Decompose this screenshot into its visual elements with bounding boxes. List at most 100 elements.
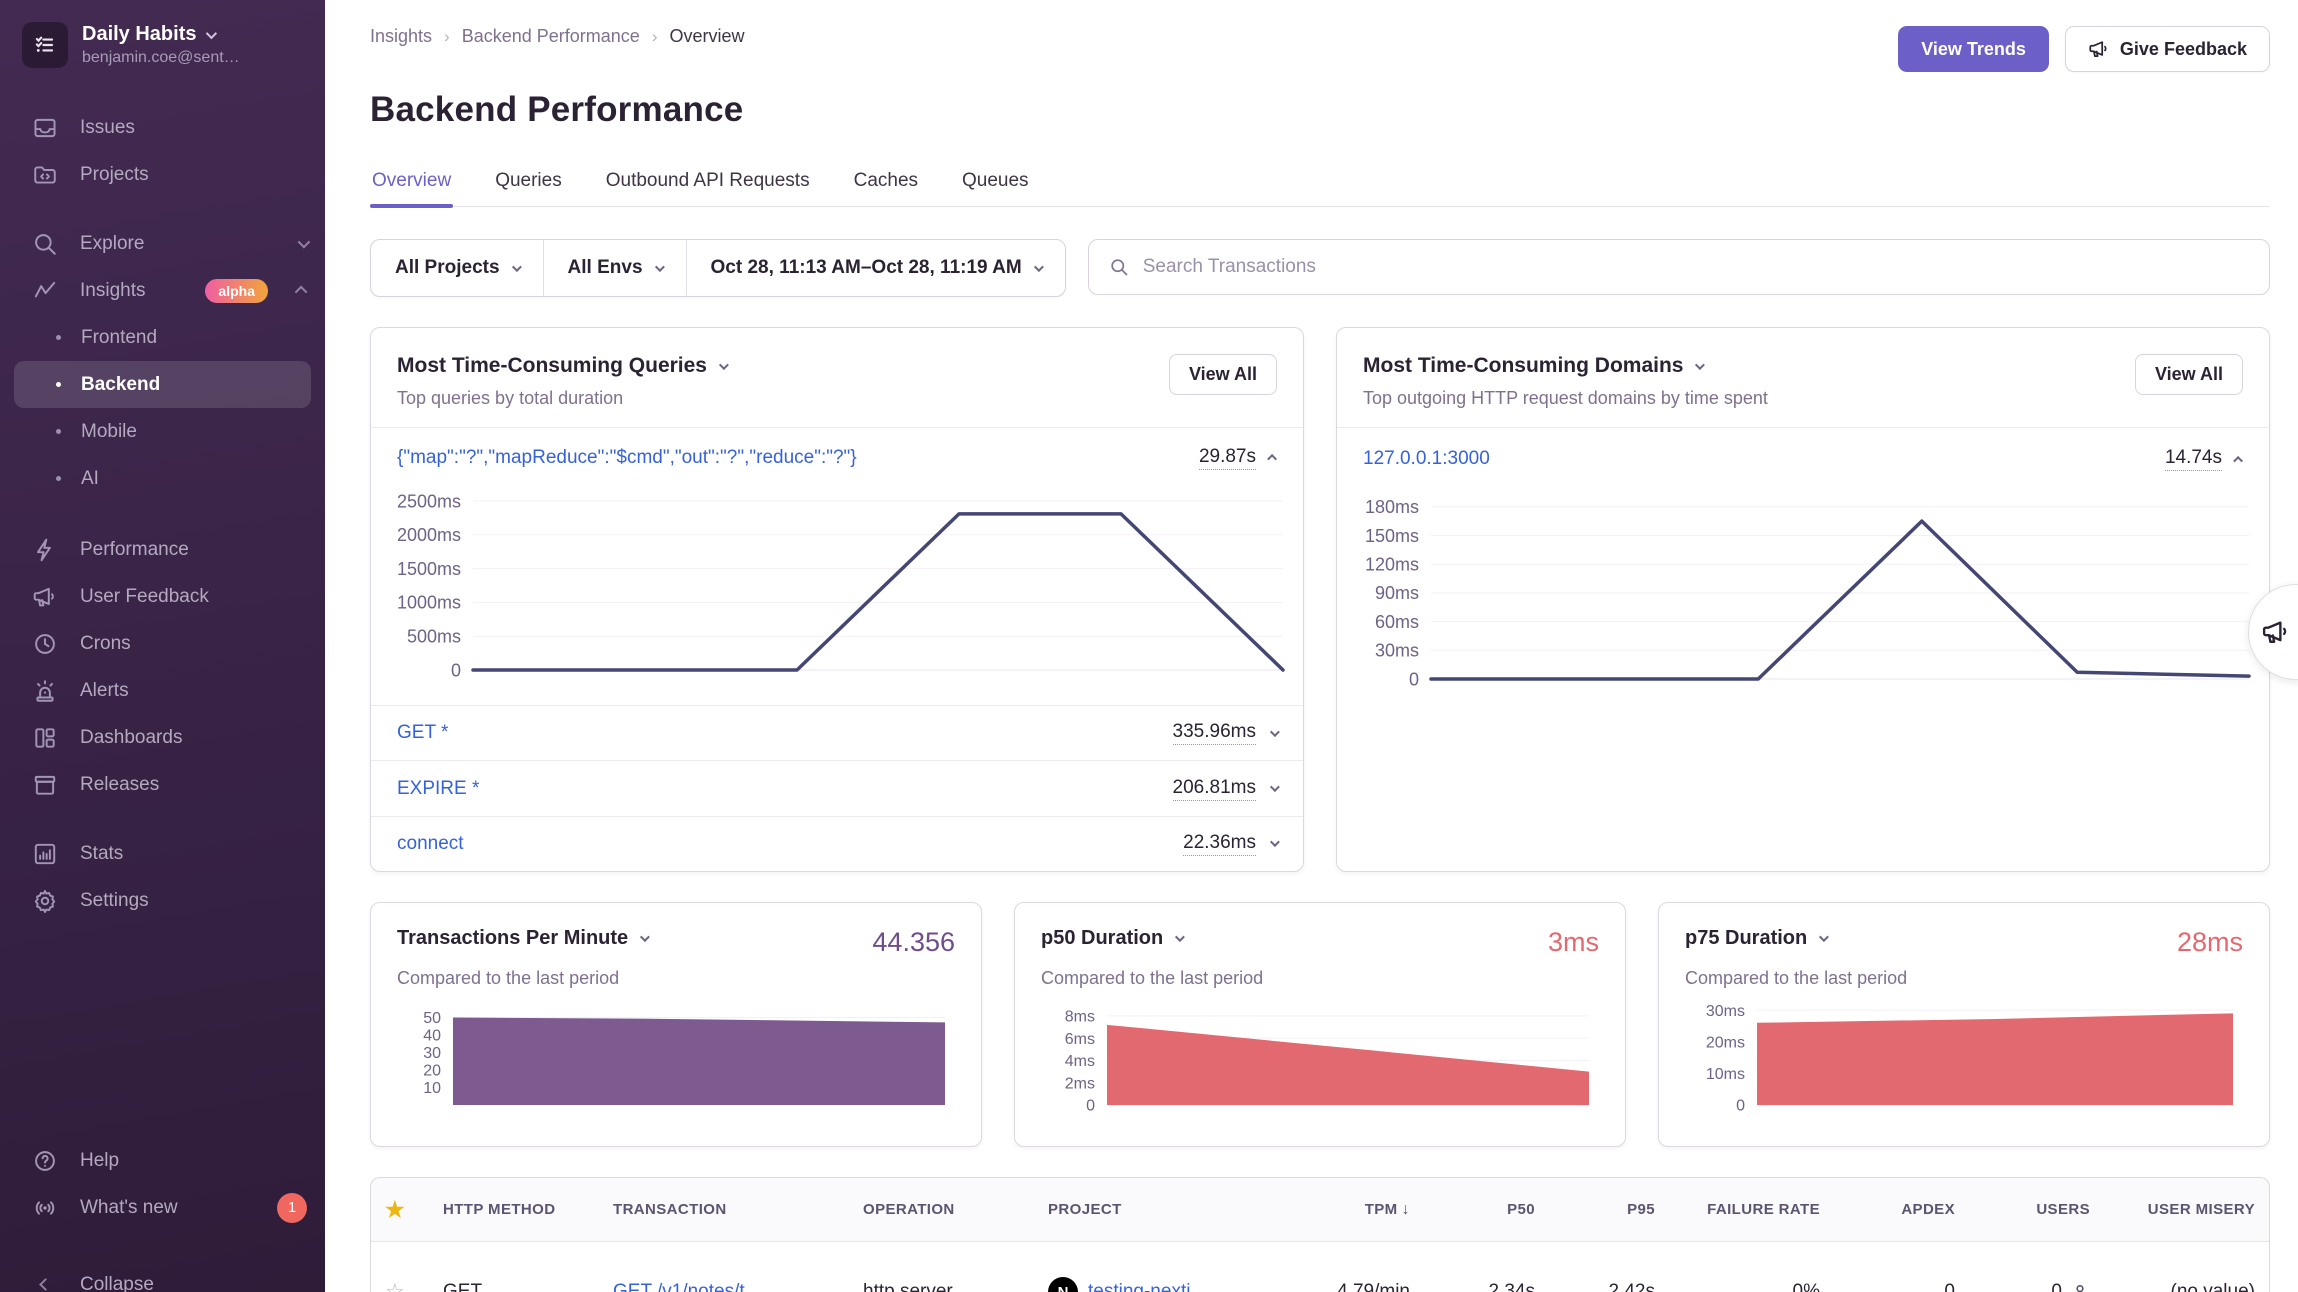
- star-icon: ★: [385, 1197, 405, 1222]
- sidebar-item-label: Crons: [80, 633, 307, 655]
- column-header-users[interactable]: USERS: [1969, 1201, 2104, 1218]
- column-header-p95[interactable]: P95: [1549, 1201, 1669, 1218]
- project-filter-dropdown[interactable]: All Projects: [371, 240, 543, 296]
- sidebar-item-user-feedback[interactable]: User Feedback: [0, 573, 325, 620]
- nextjs-project-icon: N: [1048, 1277, 1078, 1292]
- bullet-icon: [56, 476, 61, 481]
- user-misery-cell: (no value): [2104, 1281, 2269, 1292]
- chevron-down-icon: [206, 27, 217, 38]
- gear-icon: [30, 888, 60, 914]
- daterange-filter-dropdown[interactable]: Oct 28, 11:13 AM–Oct 28, 11:19 AM: [686, 240, 1065, 296]
- sidebar-item-label: Backend: [81, 374, 160, 396]
- view-trends-button[interactable]: View Trends: [1898, 26, 2049, 72]
- queries-card-title-dropdown[interactable]: Most Time-Consuming Queries: [397, 354, 726, 378]
- expand-row-icon[interactable]: [1270, 727, 1280, 737]
- tpm-card-title-dropdown[interactable]: Transactions Per Minute: [397, 927, 647, 950]
- sidebar-item-backend[interactable]: Backend: [14, 361, 311, 408]
- org-switcher[interactable]: Daily Habits benjamin.coe@sent…: [0, 0, 325, 78]
- svg-text:0: 0: [1409, 669, 1419, 689]
- column-header-http-method[interactable]: HTTP METHOD: [429, 1201, 599, 1218]
- column-header-project[interactable]: PROJECT: [1034, 1201, 1264, 1218]
- star-toggle-icon[interactable]: ☆: [385, 1279, 405, 1292]
- sidebar-nav: Issues Projects Explore Insig: [0, 104, 325, 924]
- svg-text:0: 0: [1736, 1098, 1745, 1111]
- svg-text:50: 50: [423, 1010, 441, 1027]
- p50-card-title-dropdown[interactable]: p50 Duration: [1041, 927, 1182, 950]
- sidebar-collapse-button[interactable]: Collapse: [0, 1261, 325, 1292]
- expand-row-icon[interactable]: [1270, 782, 1280, 792]
- sidebar-item-settings[interactable]: Settings: [0, 877, 325, 924]
- bullet-icon: [56, 335, 61, 340]
- domains-view-all-button[interactable]: View All: [2135, 354, 2243, 395]
- column-header-transaction[interactable]: TRANSACTION: [599, 1201, 849, 1218]
- column-header-star[interactable]: ★: [371, 1197, 429, 1223]
- transactions-per-minute-card: Transactions Per Minute 44.356 Compared …: [370, 902, 982, 1147]
- user-icon: [2070, 1282, 2090, 1292]
- sidebar-item-insights[interactable]: Insights alpha: [0, 267, 325, 314]
- tab-bar: Overview Queries Outbound API Requests C…: [370, 170, 2270, 207]
- search-transactions-box: [1088, 239, 2270, 295]
- sidebar-item-help[interactable]: Help: [0, 1137, 325, 1184]
- p50-duration-chart: 02ms4ms6ms8ms: [1041, 1003, 1593, 1111]
- projects-icon: [30, 162, 60, 188]
- column-header-failure-rate[interactable]: FAILURE RATE: [1669, 1201, 1834, 1218]
- sidebar-item-whats-new[interactable]: What's new 1: [0, 1184, 325, 1231]
- help-icon: [30, 1148, 60, 1174]
- svg-text:500ms: 500ms: [407, 627, 461, 647]
- sidebar-item-mobile[interactable]: Mobile: [14, 408, 311, 455]
- p50-card-subtitle: Compared to the last period: [1041, 968, 1599, 989]
- tab-caches[interactable]: Caches: [852, 170, 920, 206]
- transaction-link[interactable]: GET /v1/notes/t…: [613, 1281, 764, 1292]
- sidebar-item-frontend[interactable]: Frontend: [14, 314, 311, 361]
- column-header-p50[interactable]: P50: [1424, 1201, 1549, 1218]
- chevron-down-icon: [1819, 932, 1829, 942]
- tab-queues[interactable]: Queues: [960, 170, 1031, 206]
- svg-text:6ms: 6ms: [1065, 1031, 1095, 1048]
- sidebar-item-label: What's new: [80, 1197, 257, 1219]
- column-header-operation[interactable]: OPERATION: [849, 1201, 1034, 1218]
- query-link[interactable]: GET *: [397, 722, 448, 744]
- chevron-up-icon: [295, 286, 308, 299]
- sidebar-item-stats[interactable]: Stats: [0, 830, 325, 877]
- column-header-tpm[interactable]: TPM↓: [1264, 1201, 1424, 1219]
- tab-overview[interactable]: Overview: [370, 170, 453, 206]
- collapse-row-icon[interactable]: [1267, 454, 1277, 464]
- column-header-apdex[interactable]: APDEX: [1834, 1201, 1969, 1218]
- p75-card-title-dropdown[interactable]: p75 Duration: [1685, 927, 1826, 950]
- queries-view-all-button[interactable]: View All: [1169, 354, 1277, 395]
- query-link[interactable]: connect: [397, 833, 464, 855]
- project-link[interactable]: testing-nextj…: [1088, 1281, 1209, 1292]
- domains-card-title-dropdown[interactable]: Most Time-Consuming Domains: [1363, 354, 1768, 378]
- svg-text:10ms: 10ms: [1706, 1066, 1745, 1083]
- tab-queries[interactable]: Queries: [493, 170, 564, 206]
- collapse-row-icon[interactable]: [2233, 455, 2243, 465]
- sidebar-item-performance[interactable]: Performance: [0, 526, 325, 573]
- sidebar-item-alerts[interactable]: Alerts: [0, 667, 325, 714]
- sidebar-item-issues[interactable]: Issues: [0, 104, 325, 151]
- breadcrumb-backend-performance[interactable]: Backend Performance: [462, 26, 640, 47]
- query-link[interactable]: {"map":"?","mapReduce":"$cmd","out":"?",…: [397, 447, 857, 469]
- users-cell: 0: [1969, 1281, 2104, 1292]
- tab-outbound-api-requests[interactable]: Outbound API Requests: [604, 170, 812, 206]
- chevron-down-icon: [1175, 932, 1185, 942]
- query-link[interactable]: EXPIRE *: [397, 778, 479, 800]
- sidebar-item-dashboards[interactable]: Dashboards: [0, 714, 325, 761]
- sidebar-item-crons[interactable]: Crons: [0, 620, 325, 667]
- breadcrumb-insights[interactable]: Insights: [370, 26, 432, 47]
- sidebar-item-ai[interactable]: AI: [14, 455, 311, 502]
- failure-rate-cell: 0%: [1669, 1281, 1834, 1292]
- sidebar-item-explore[interactable]: Explore: [0, 220, 325, 267]
- domain-link[interactable]: 127.0.0.1:3000: [1363, 448, 1490, 470]
- search-transactions-input[interactable]: [1143, 256, 2249, 278]
- give-feedback-button[interactable]: Give Feedback: [2065, 26, 2270, 72]
- query-duration-value: 335.96ms: [1173, 721, 1256, 745]
- column-header-user-misery[interactable]: USER MISERY: [2104, 1201, 2269, 1218]
- breadcrumb-overview[interactable]: Overview: [669, 26, 744, 47]
- environment-filter-dropdown[interactable]: All Envs: [543, 240, 686, 296]
- sidebar-bottom: Help What's new 1 Collapse: [0, 1137, 325, 1292]
- megaphone-icon: [2088, 38, 2110, 60]
- svg-text:0: 0: [451, 660, 461, 680]
- sidebar-item-projects[interactable]: Projects: [0, 151, 325, 198]
- expand-row-icon[interactable]: [1270, 837, 1280, 847]
- sidebar-item-releases[interactable]: Releases: [0, 761, 325, 808]
